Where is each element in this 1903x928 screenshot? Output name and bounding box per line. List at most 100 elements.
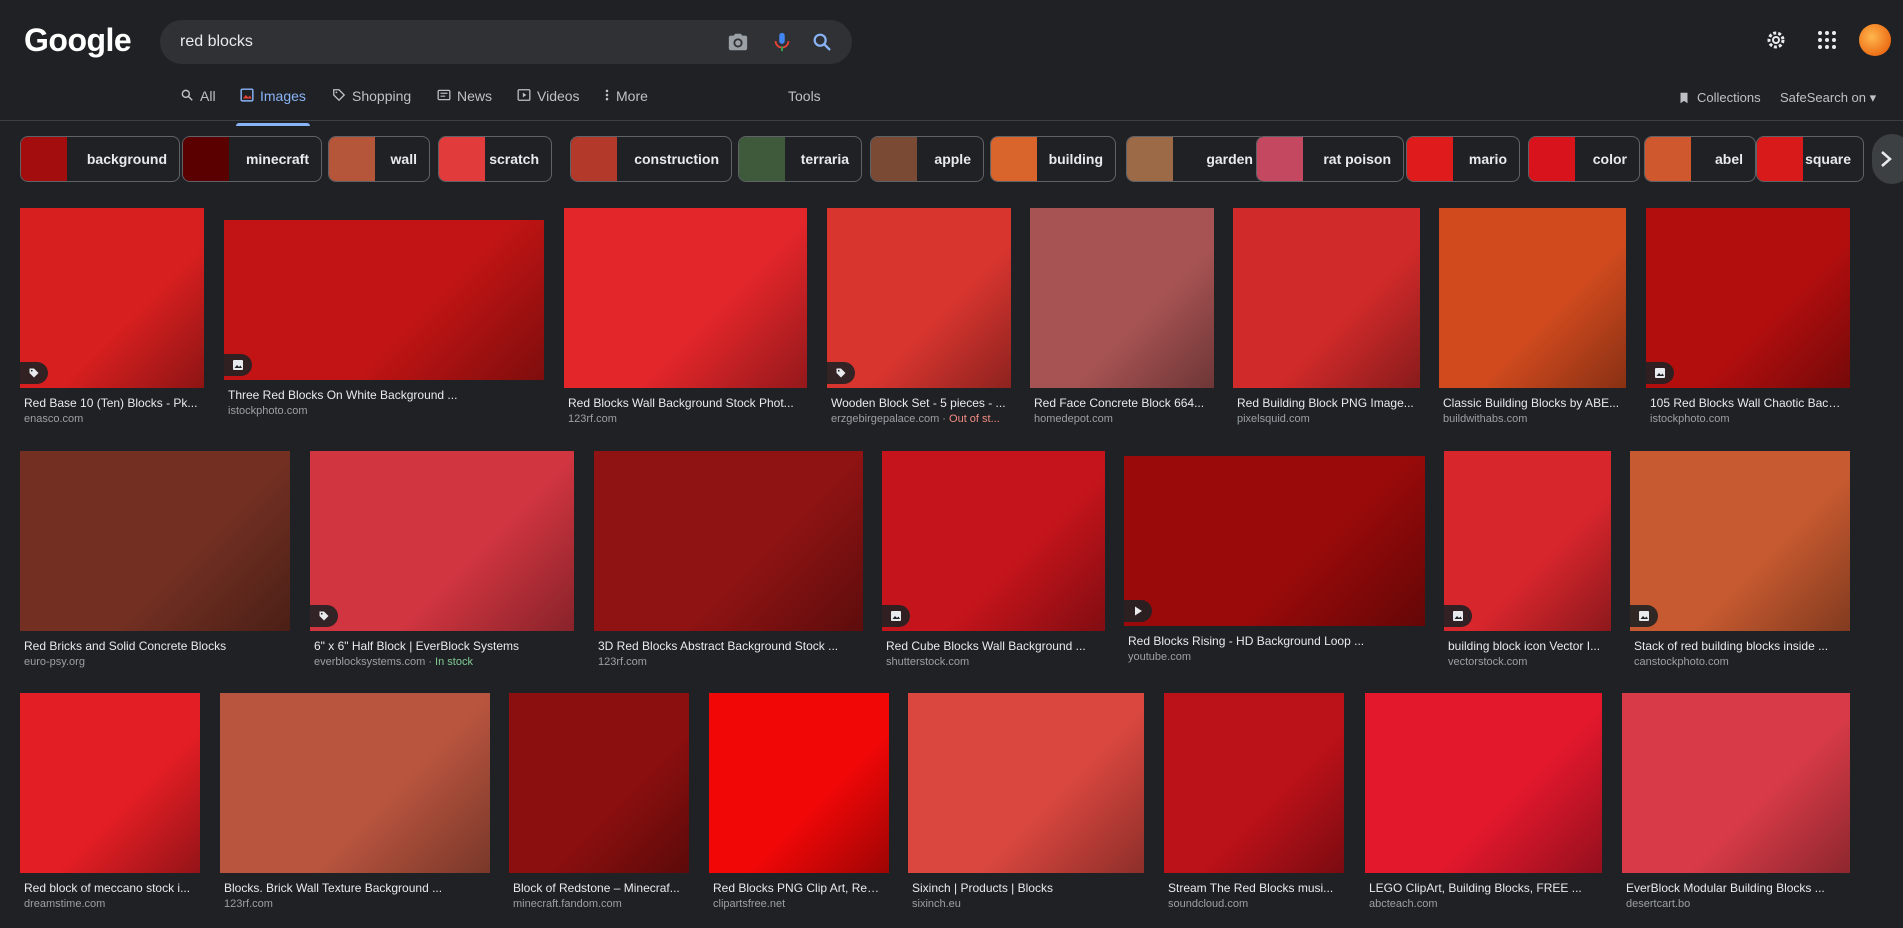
result-title[interactable]: Block of Redstone – Minecraf... bbox=[513, 881, 685, 895]
result-title[interactable]: Blocks. Brick Wall Texture Background ..… bbox=[224, 881, 486, 895]
image-result[interactable]: Blocks. Brick Wall Texture Background ..… bbox=[220, 693, 490, 913]
result-source[interactable]: shutterstock.com bbox=[886, 656, 1101, 668]
result-source[interactable]: pixelsquid.com bbox=[1237, 413, 1416, 425]
chip-construction[interactable]: construction bbox=[570, 136, 732, 182]
result-thumbnail[interactable] bbox=[882, 451, 1105, 631]
result-title[interactable]: Red Blocks Wall Background Stock Phot... bbox=[568, 396, 803, 410]
result-source[interactable]: 123rf.com bbox=[568, 413, 803, 425]
result-thumbnail[interactable] bbox=[20, 208, 204, 388]
chip-garden[interactable]: garden bbox=[1126, 136, 1266, 182]
chip-minecraft[interactable]: minecraft bbox=[182, 136, 322, 182]
image-result[interactable]: 3D Red Blocks Abstract Background Stock … bbox=[594, 451, 863, 671]
result-source[interactable]: istockphoto.com bbox=[228, 405, 540, 417]
result-thumbnail[interactable] bbox=[1444, 451, 1611, 631]
chip-wall[interactable]: wall bbox=[328, 136, 430, 182]
tab-images[interactable]: Images bbox=[236, 88, 310, 126]
tab-shopping[interactable]: Shopping bbox=[332, 88, 411, 120]
result-thumbnail[interactable] bbox=[1439, 208, 1626, 388]
search-icon[interactable] bbox=[810, 30, 834, 54]
result-title[interactable]: Classic Building Blocks by ABE... bbox=[1443, 396, 1622, 410]
image-result[interactable]: building block icon Vector I... vectorsto… bbox=[1444, 451, 1611, 671]
image-result[interactable]: Red block of meccano stock i... dreamstim… bbox=[20, 693, 200, 913]
image-result[interactable]: EverBlock Modular Building Blocks ... des… bbox=[1622, 693, 1850, 913]
result-title[interactable]: building block icon Vector I... bbox=[1448, 639, 1607, 653]
image-result[interactable]: Three Red Blocks On White Background ...… bbox=[224, 220, 544, 420]
result-thumbnail[interactable] bbox=[564, 208, 807, 388]
chips-scroll-right[interactable] bbox=[1872, 134, 1903, 184]
chip-rat-poison[interactable]: rat poison bbox=[1256, 136, 1404, 182]
apps-grid-icon[interactable] bbox=[1813, 26, 1841, 54]
result-source[interactable]: enasco.com bbox=[24, 413, 200, 425]
safesearch-toggle[interactable]: SafeSearch on ▾ bbox=[1780, 90, 1876, 106]
image-result[interactable]: Red Building Block PNG Image... pixelsqui… bbox=[1233, 208, 1420, 428]
result-thumbnail[interactable] bbox=[20, 451, 290, 631]
result-thumbnail[interactable] bbox=[1164, 693, 1344, 873]
result-thumbnail[interactable] bbox=[1124, 456, 1425, 626]
result-source[interactable]: sixinch.eu bbox=[912, 898, 1140, 910]
result-title[interactable]: EverBlock Modular Building Blocks ... bbox=[1626, 881, 1846, 895]
tab-more[interactable]: More bbox=[604, 88, 648, 120]
result-thumbnail[interactable] bbox=[594, 451, 863, 631]
image-result[interactable]: Classic Building Blocks by ABE... buildwi… bbox=[1439, 208, 1626, 428]
image-result[interactable]: Red Blocks PNG Clip Art, Red ... cliparts… bbox=[709, 693, 889, 913]
image-result[interactable]: Red Face Concrete Block 664... homedepot.… bbox=[1030, 208, 1214, 428]
result-title[interactable]: 105 Red Blocks Wall Chaotic Background..… bbox=[1650, 396, 1846, 410]
result-title[interactable]: Red Blocks Rising - HD Background Loop .… bbox=[1128, 634, 1421, 648]
search-box[interactable] bbox=[160, 20, 852, 64]
image-result[interactable]: Red Blocks Wall Background Stock Phot...… bbox=[564, 208, 807, 428]
result-title[interactable]: Sixinch | Products | Blocks bbox=[912, 881, 1140, 895]
image-result[interactable]: Red Bricks and Solid Concrete Blocks euro… bbox=[20, 451, 290, 671]
search-input[interactable] bbox=[180, 20, 700, 64]
result-source[interactable]: youtube.com bbox=[1128, 651, 1421, 663]
result-title[interactable]: LEGO ClipArt, Building Blocks, FREE ... bbox=[1369, 881, 1598, 895]
result-source[interactable]: dreamstime.com bbox=[24, 898, 196, 910]
image-result[interactable]: Wooden Block Set - 5 pieces - ... erzgebi… bbox=[827, 208, 1011, 428]
result-source[interactable]: homedepot.com bbox=[1034, 413, 1210, 425]
result-source[interactable]: 123rf.com bbox=[598, 656, 859, 668]
result-title[interactable]: Red Cube Blocks Wall Background ... bbox=[886, 639, 1101, 653]
result-thumbnail[interactable] bbox=[908, 693, 1144, 873]
image-result[interactable]: LEGO ClipArt, Building Blocks, FREE ... a… bbox=[1365, 693, 1602, 913]
collections-button[interactable]: Collections bbox=[1677, 90, 1761, 105]
result-title[interactable]: Wooden Block Set - 5 pieces - ... bbox=[831, 396, 1007, 410]
result-title[interactable]: 6" x 6" Half Block | EverBlock Systems bbox=[314, 639, 570, 653]
result-title[interactable]: Red Blocks PNG Clip Art, Red ... bbox=[713, 881, 885, 895]
chip-scratch[interactable]: scratch bbox=[438, 136, 552, 182]
tab-videos[interactable]: Videos bbox=[517, 88, 580, 120]
image-result[interactable]: Block of Redstone – Minecraf... minecraft… bbox=[509, 693, 689, 913]
chip-abel[interactable]: abel bbox=[1644, 136, 1756, 182]
result-source[interactable]: canstockphoto.com bbox=[1634, 656, 1846, 668]
camera-icon[interactable] bbox=[726, 30, 750, 54]
result-thumbnail[interactable] bbox=[1646, 208, 1850, 388]
image-result[interactable]: Red Cube Blocks Wall Background ... shutt… bbox=[882, 451, 1105, 671]
settings-gear-icon[interactable] bbox=[1762, 26, 1790, 54]
tab-all[interactable]: All bbox=[180, 88, 216, 120]
microphone-icon[interactable] bbox=[770, 30, 794, 54]
result-title[interactable]: Stack of red building blocks inside ... bbox=[1634, 639, 1846, 653]
result-title[interactable]: Red block of meccano stock i... bbox=[24, 881, 196, 895]
chip-background[interactable]: background bbox=[20, 136, 180, 182]
result-source[interactable]: 123rf.com bbox=[224, 898, 486, 910]
image-result[interactable]: Red Blocks Rising - HD Background Loop .… bbox=[1124, 456, 1425, 666]
image-result[interactable]: Stack of red building blocks inside ... c… bbox=[1630, 451, 1850, 671]
result-source[interactable]: vectorstock.com bbox=[1448, 656, 1607, 668]
result-thumbnail[interactable] bbox=[310, 451, 574, 631]
result-title[interactable]: 3D Red Blocks Abstract Background Stock … bbox=[598, 639, 859, 653]
chip-mario[interactable]: mario bbox=[1406, 136, 1520, 182]
chip-apple[interactable]: apple bbox=[870, 136, 984, 182]
result-title[interactable]: Red Building Block PNG Image... bbox=[1237, 396, 1416, 410]
result-title[interactable]: Three Red Blocks On White Background ... bbox=[228, 388, 540, 402]
result-title[interactable]: Stream The Red Blocks musi... bbox=[1168, 881, 1340, 895]
result-thumbnail[interactable] bbox=[1030, 208, 1214, 388]
result-source[interactable]: desertcart.bo bbox=[1626, 898, 1846, 910]
result-thumbnail[interactable] bbox=[1233, 208, 1420, 388]
result-title[interactable]: Red Bricks and Solid Concrete Blocks bbox=[24, 639, 286, 653]
result-thumbnail[interactable] bbox=[1622, 693, 1850, 873]
result-source[interactable]: clipartsfree.net bbox=[713, 898, 885, 910]
chip-building[interactable]: building bbox=[990, 136, 1116, 182]
google-logo[interactable]: Google bbox=[24, 22, 132, 59]
result-thumbnail[interactable] bbox=[827, 208, 1011, 388]
result-title[interactable]: Red Base 10 (Ten) Blocks - Pk... bbox=[24, 396, 200, 410]
result-source[interactable]: soundcloud.com bbox=[1168, 898, 1340, 910]
chip-square[interactable]: square bbox=[1756, 136, 1864, 182]
